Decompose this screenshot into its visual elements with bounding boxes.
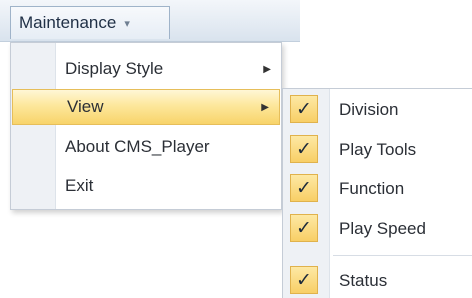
menu-item-view[interactable]: View ▶	[12, 89, 280, 125]
checkmark-icon: ✓	[290, 135, 318, 163]
menu-item-about[interactable]: About CMS_Player	[11, 129, 281, 165]
submenu-item-play-speed[interactable]: ✓ Play Speed	[283, 211, 471, 247]
submenu-item-label: Play Tools	[339, 140, 417, 159]
menu-item-exit[interactable]: Exit	[11, 168, 281, 204]
checkmark-icon: ✓	[290, 266, 318, 294]
menu-item-label: View	[67, 97, 104, 116]
maintenance-menu-button[interactable]: Maintenance ▾	[10, 6, 170, 39]
submenu-item-label: Play Speed	[339, 219, 426, 238]
submenu-item-status[interactable]: ✓ Status	[283, 263, 471, 298]
menu-bar: Maintenance ▾	[0, 0, 300, 42]
checkmark-icon: ✓	[290, 95, 318, 123]
submenu-item-function[interactable]: ✓ Function	[283, 171, 471, 207]
chevron-right-icon: ▶	[263, 63, 271, 75]
submenu-item-label: Status	[339, 271, 388, 290]
menu-item-display-style[interactable]: Display Style ▶	[11, 51, 281, 87]
submenu-item-label: Function	[339, 179, 405, 198]
checkmark-icon: ✓	[290, 214, 318, 242]
chevron-right-icon: ▶	[261, 101, 269, 113]
submenu-separator	[333, 255, 472, 256]
submenu-item-division[interactable]: ✓ Division	[283, 92, 471, 128]
menu-item-label: Display Style	[65, 59, 164, 78]
view-submenu: ✓ Division ✓ Play Tools ✓ Function ✓ Pla…	[282, 88, 472, 298]
maintenance-menu-label: Maintenance	[19, 13, 117, 32]
checkmark-icon: ✓	[290, 174, 318, 202]
submenu-item-play-tools[interactable]: ✓ Play Tools	[283, 132, 471, 168]
submenu-item-label: Division	[339, 100, 399, 119]
maintenance-dropdown-menu: Display Style ▶ View ▶ About CMS_Player …	[10, 42, 282, 210]
menu-item-label: Exit	[65, 176, 94, 195]
chevron-down-icon: ▾	[124, 17, 130, 30]
menu-item-label: About CMS_Player	[65, 137, 210, 156]
